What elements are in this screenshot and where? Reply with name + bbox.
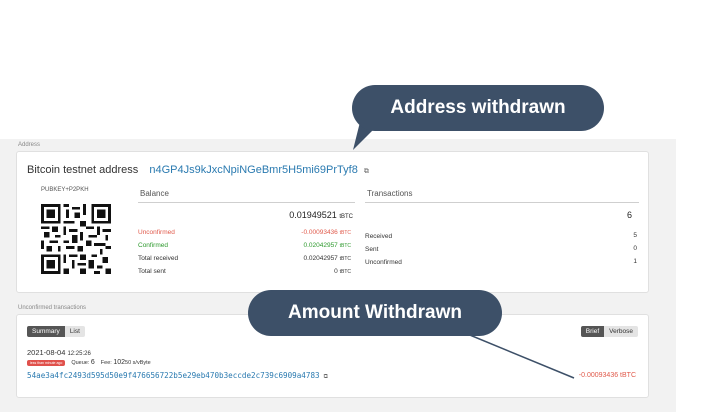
address-withdrawn-callout: Address withdrawn <box>352 85 604 131</box>
amount-withdrawn-callout: Amount Withdrawn <box>248 290 502 336</box>
callout-pointers <box>353 122 575 379</box>
